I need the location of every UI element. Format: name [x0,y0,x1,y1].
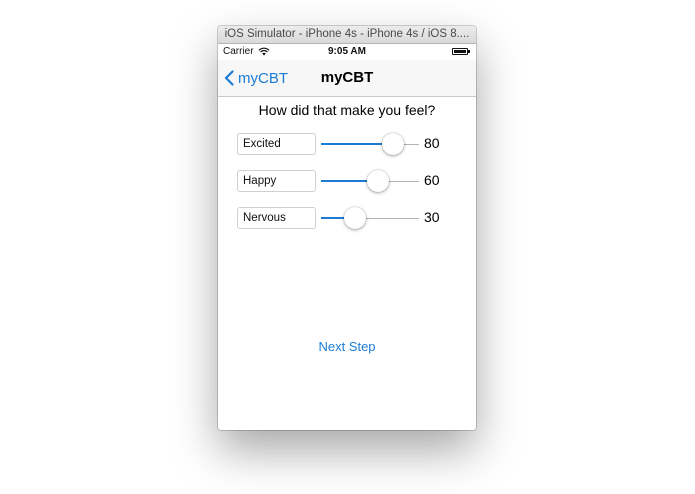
slider-thumb[interactable] [343,207,366,229]
slider-value-nervous: 30 [424,209,440,225]
next-step-button[interactable]: Next Step [218,339,476,354]
chevron-left-icon [224,70,234,86]
intensity-slider-happy[interactable] [321,170,419,194]
emotion-field-nervous[interactable]: Nervous [237,207,316,229]
emotion-field-happy[interactable]: Happy [237,170,316,192]
feeling-question: How did that make you feel? [258,102,436,118]
status-bar: Carrier 9:05 AM [218,44,476,60]
status-time: 9:05 AM [328,46,366,57]
slider-thumb[interactable] [366,170,389,192]
desktop-background: iOS Simulator - iPhone 4s - iPhone 4s / … [0,0,695,494]
emotion-row-excited: Excited 80 [237,133,457,157]
battery-icon [452,48,470,55]
emotion-row-happy: Happy 60 [237,170,457,194]
intensity-slider-nervous[interactable] [321,207,419,231]
emotion-row-nervous: Nervous 30 [237,207,457,231]
back-button[interactable]: myCBT [224,60,288,96]
navigation-bar: myCBT myCBT [218,60,476,97]
device-screen: Carrier 9:05 AM myCBT myCBT How did that… [218,44,476,430]
simulator-window: iOS Simulator - iPhone 4s - iPhone 4s / … [218,26,476,430]
back-button-label: myCBT [238,69,288,87]
intensity-slider-excited[interactable] [321,133,419,157]
slider-thumb[interactable] [381,133,404,155]
slider-value-excited: 80 [424,135,440,151]
window-titlebar[interactable]: iOS Simulator - iPhone 4s - iPhone 4s / … [218,26,476,44]
slider-value-happy: 60 [424,172,440,188]
emotion-field-excited[interactable]: Excited [237,133,316,155]
